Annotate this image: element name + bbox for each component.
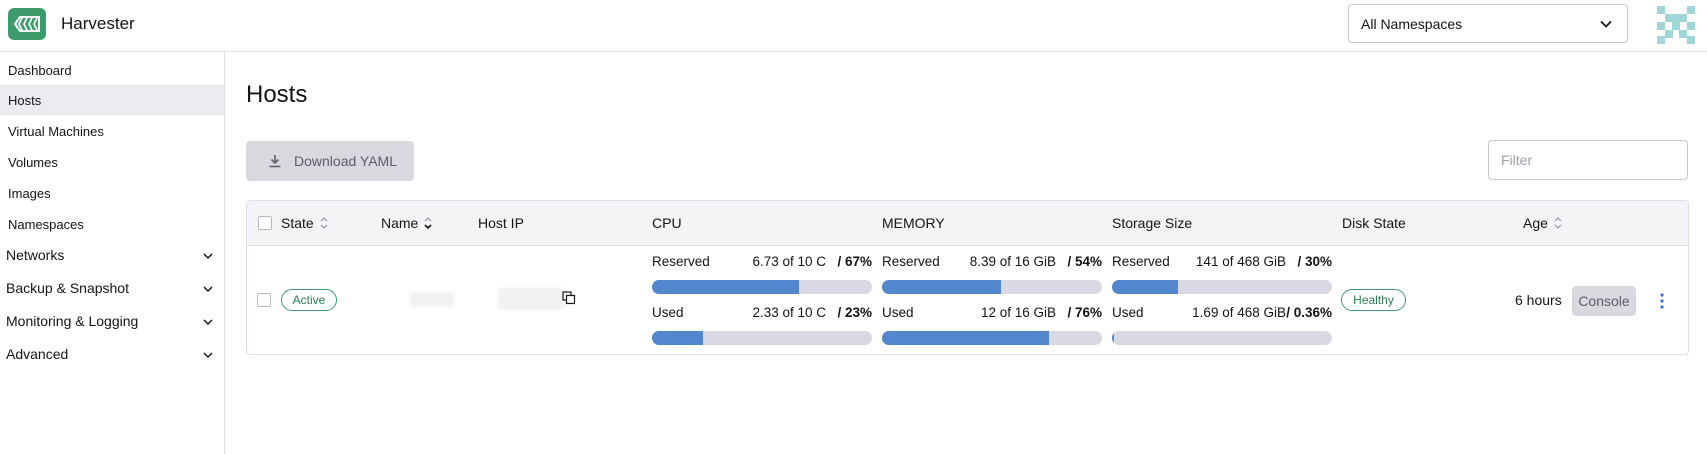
column-header-storage-size: Storage Size xyxy=(1112,215,1193,231)
sidebar-group-monitoring-logging[interactable]: Monitoring & Logging xyxy=(0,306,224,336)
top-header: Harvester All Namespaces xyxy=(0,0,1707,52)
sort-icon xyxy=(423,216,433,230)
metric-label: Reserved xyxy=(1112,254,1170,269)
sidebar-group-networks[interactable]: Networks xyxy=(0,240,224,270)
column-header-host-ip: Host IP xyxy=(478,215,524,231)
metric-value: 1.69 of 468 GiB xyxy=(1192,305,1286,320)
column-header-state[interactable]: State xyxy=(281,215,329,231)
metric-label: Used xyxy=(1112,305,1144,320)
storage-reserved-bar xyxy=(1112,280,1332,294)
bar-fill xyxy=(652,331,703,345)
namespace-select[interactable]: All Namespaces xyxy=(1348,4,1628,43)
user-avatar[interactable] xyxy=(1657,6,1695,44)
chevron-down-icon xyxy=(202,315,214,331)
cpu-reserved-bar xyxy=(652,280,872,294)
sidebar-item-dashboard[interactable]: Dashboard xyxy=(0,55,224,85)
column-header-name[interactable]: Name xyxy=(381,215,433,231)
bar-fill xyxy=(1112,280,1178,294)
sidebar-group-label: Advanced xyxy=(6,346,69,362)
metric-label: Reserved xyxy=(652,254,710,269)
row-checkbox[interactable] xyxy=(257,293,271,307)
metric-value: 6.73 of 10 C xyxy=(752,254,826,269)
console-button[interactable]: Console xyxy=(1572,286,1636,316)
column-header-label: Name xyxy=(381,215,419,231)
cpu-used-bar xyxy=(652,331,872,345)
sidebar-group-advanced[interactable]: Advanced xyxy=(0,339,224,369)
metric-label: Used xyxy=(652,305,684,320)
metric-value: 8.39 of 16 GiB xyxy=(969,254,1056,269)
sidebar-group-backup-snapshot[interactable]: Backup & Snapshot xyxy=(0,273,224,303)
chevron-down-icon xyxy=(1599,17,1613,34)
metric-value: 2.33 of 10 C xyxy=(752,305,826,320)
memory-reserved-bar xyxy=(882,280,1102,294)
metric-percent: / 0.36% xyxy=(1286,305,1332,320)
storage-metric: Reserved 141 of 468 GiB / 30% Used 1.69 … xyxy=(1112,254,1332,346)
sort-icon xyxy=(1553,216,1563,230)
sidebar-item-hosts[interactable]: Hosts xyxy=(0,85,224,115)
chevron-down-icon xyxy=(202,249,214,265)
metric-percent: / 76% xyxy=(1067,305,1102,320)
metric-percent: / 67% xyxy=(837,254,872,269)
sort-icon xyxy=(319,216,329,230)
metric-value: 141 of 468 GiB xyxy=(1195,254,1286,269)
column-header-memory: MEMORY xyxy=(882,215,945,231)
column-header-age[interactable]: Age xyxy=(1523,215,1563,231)
sidebar-item-virtual-machines[interactable]: Virtual Machines xyxy=(0,116,224,146)
storage-used-bar xyxy=(1112,331,1332,345)
download-yaml-button[interactable]: Download YAML xyxy=(246,141,414,181)
metric-percent: / 30% xyxy=(1297,254,1332,269)
memory-metric: Reserved 8.39 of 16 GiB / 54% Used 12 of… xyxy=(882,254,1102,346)
status-badge: Active xyxy=(281,289,337,311)
memory-used-bar xyxy=(882,331,1102,345)
metric-percent: / 23% xyxy=(837,305,872,320)
more-actions-icon[interactable] xyxy=(1656,290,1668,312)
select-all-checkbox[interactable] xyxy=(258,216,272,230)
download-icon xyxy=(268,154,282,168)
filter-input[interactable] xyxy=(1488,140,1688,180)
copy-icon[interactable] xyxy=(562,291,576,310)
sidebar-group-label: Monitoring & Logging xyxy=(6,313,139,329)
disk-state-badge: Healthy xyxy=(1341,289,1406,311)
sidebar-item-namespaces[interactable]: Namespaces xyxy=(0,209,224,239)
bar-fill xyxy=(882,331,1050,345)
download-yaml-label: Download YAML xyxy=(294,153,397,169)
table-header: State Name Host IP CPU MEMORY Storage Si… xyxy=(247,201,1688,246)
metric-label: Reserved xyxy=(882,254,940,269)
column-header-disk-state: Disk State xyxy=(1342,215,1406,231)
chevron-down-icon xyxy=(202,348,214,364)
metric-value: 12 of 16 GiB xyxy=(980,305,1056,320)
host-ip-redacted xyxy=(498,288,564,310)
sidebar-item-volumes[interactable]: Volumes xyxy=(0,147,224,177)
chevron-down-icon xyxy=(202,282,214,298)
host-name-redacted[interactable] xyxy=(410,292,454,306)
sidebar-group-label: Backup & Snapshot xyxy=(6,280,129,296)
age-value: 6 hours xyxy=(1515,292,1562,308)
sidebar-group-label: Networks xyxy=(6,247,65,263)
metric-label: Used xyxy=(882,305,914,320)
column-header-cpu: CPU xyxy=(652,215,682,231)
bar-fill xyxy=(652,280,800,294)
bar-fill xyxy=(882,280,1001,294)
column-header-label: Age xyxy=(1523,215,1548,231)
harvester-logo-icon[interactable] xyxy=(8,8,46,40)
app-title: Harvester xyxy=(61,14,135,33)
metric-percent: / 54% xyxy=(1067,254,1102,269)
page-title: Hosts xyxy=(246,81,308,108)
sidebar-item-images[interactable]: Images xyxy=(0,178,224,208)
cpu-metric: Reserved 6.73 of 10 C / 67% Used 2.33 of… xyxy=(652,254,872,346)
sidebar: Dashboard Hosts Virtual Machines Volumes… xyxy=(0,52,225,454)
bar-fill xyxy=(1112,331,1114,345)
namespace-select-value: All Namespaces xyxy=(1361,15,1463,32)
column-header-label: State xyxy=(281,215,314,231)
